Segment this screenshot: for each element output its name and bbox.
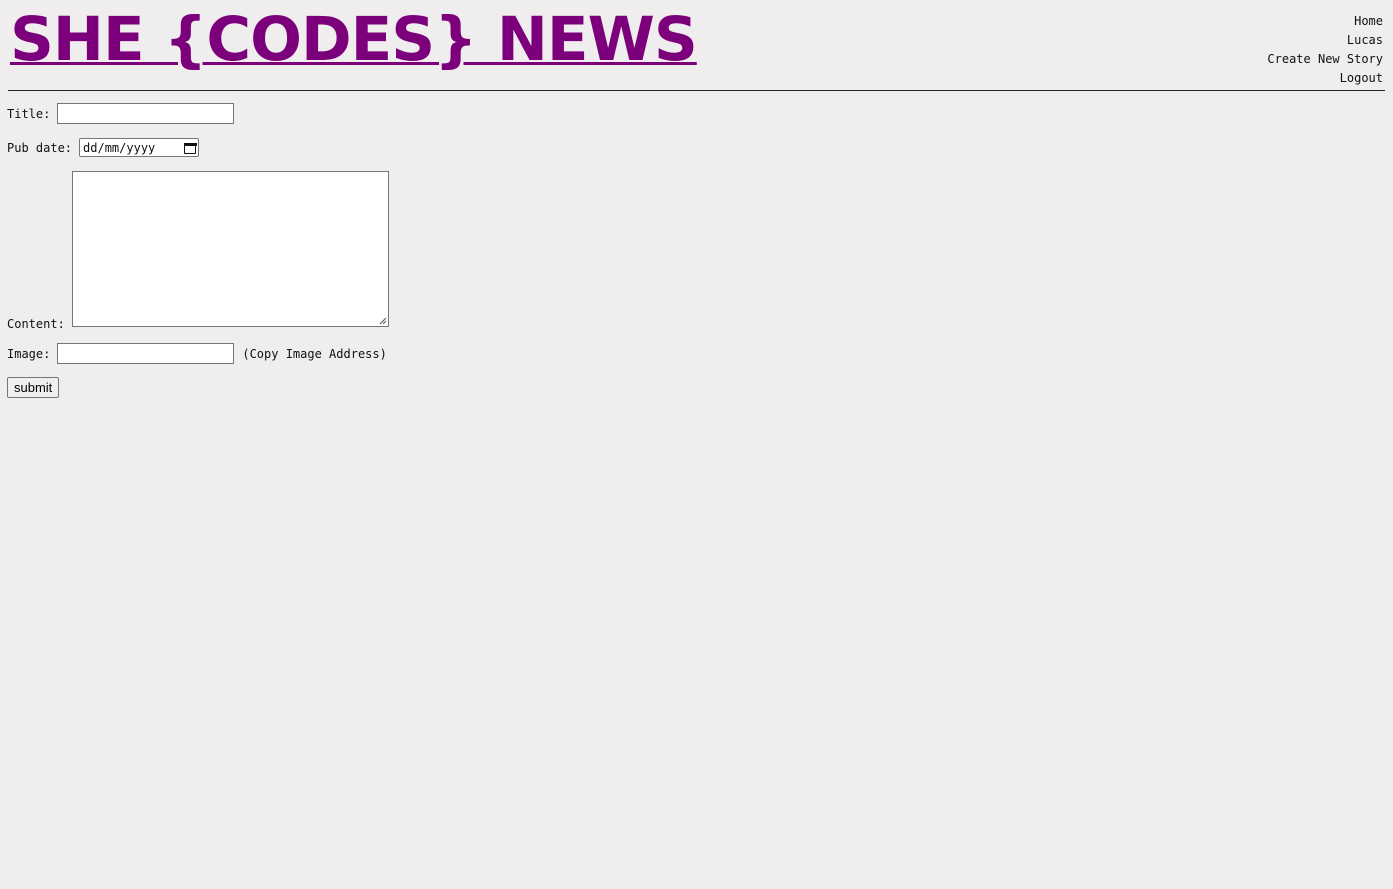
nav-menu: Home Lucas Create New Story Logout [1267,12,1383,88]
content-row: Content: [7,171,389,331]
content-label: Content: [7,317,65,331]
nav-user-link[interactable]: Lucas [1267,31,1383,50]
new-story-form: Title: Pub date: dd/mm/yyyy Content: Ima… [7,103,389,398]
title-input[interactable] [57,103,235,124]
image-hint: (Copy Image Address) [242,346,387,361]
site-header: SHE {CODES} NEWS Home Lucas Create New S… [8,0,1385,91]
resize-handle-icon[interactable] [379,317,387,325]
image-input[interactable] [57,343,235,364]
nav-create-story-link[interactable]: Create New Story [1267,50,1383,69]
pub-date-row: Pub date: dd/mm/yyyy [7,137,389,158]
calendar-icon[interactable] [184,142,198,154]
title-row: Title: [7,103,389,124]
image-label: Image: [7,346,51,361]
image-row: Image: (Copy Image Address) [7,343,389,364]
pub-date-placeholder: dd/mm/yyyy [83,140,156,155]
site-title-link[interactable]: SHE {CODES} NEWS [10,6,698,73]
nav-logout-link[interactable]: Logout [1267,69,1383,88]
pub-date-label: Pub date: [7,140,73,155]
title-label: Title: [7,106,51,121]
submit-button[interactable]: submit [7,377,60,398]
nav-home-link[interactable]: Home [1267,12,1383,31]
content-textarea[interactable] [71,171,389,327]
pub-date-input[interactable]: dd/mm/yyyy [79,138,200,157]
